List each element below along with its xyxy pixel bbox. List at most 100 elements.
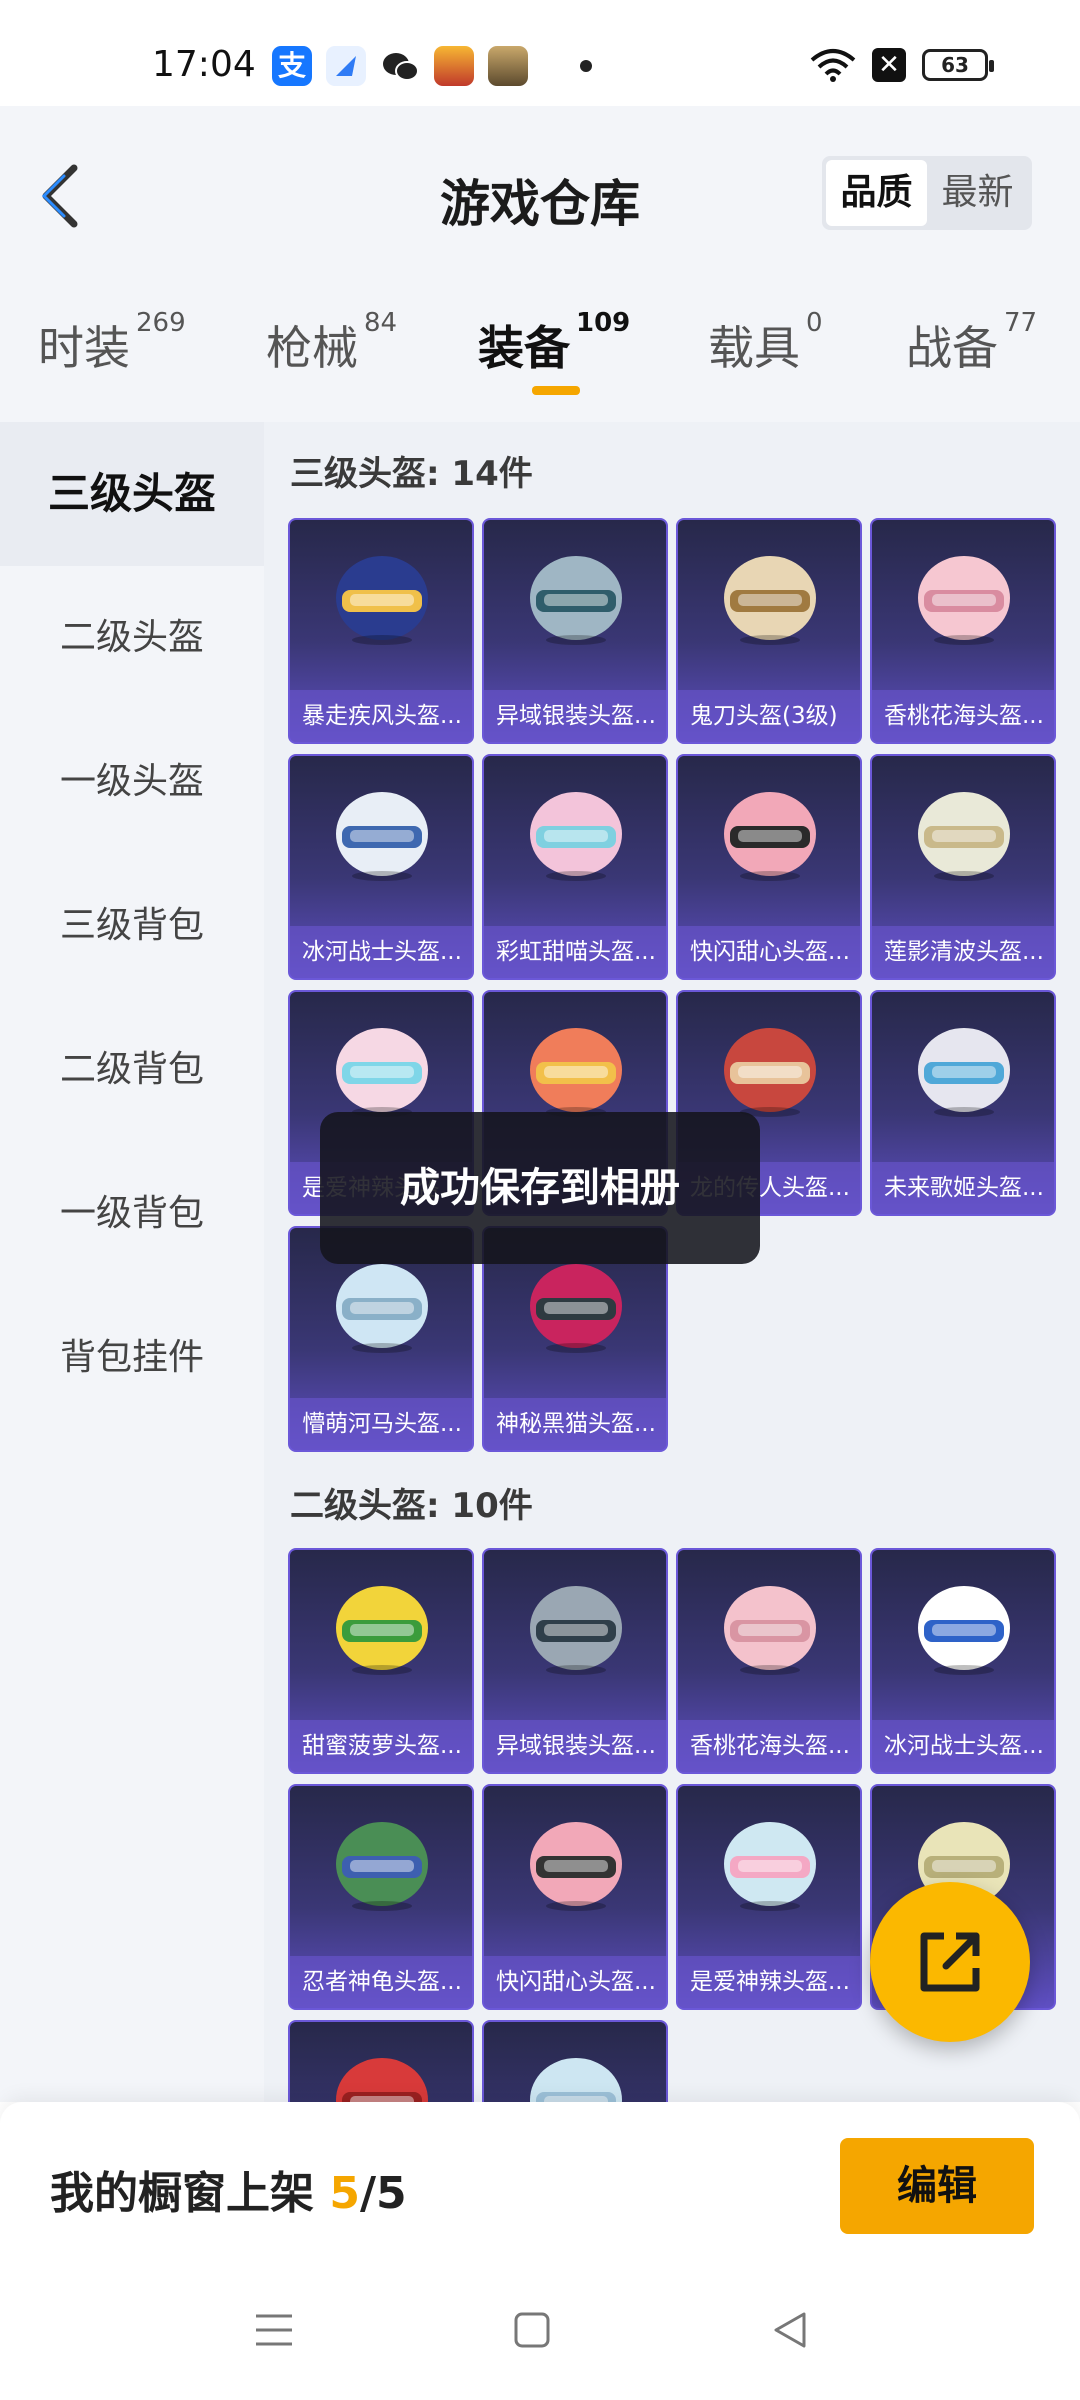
- helmet-icon: [336, 2058, 428, 2102]
- item-card[interactable]: 异域银装头盔...: [482, 518, 668, 744]
- pubg-icon: [488, 46, 528, 86]
- helmet-icon: [724, 1586, 816, 1675]
- item-label: 懵萌河马头盔...: [290, 1398, 472, 1450]
- item-label: 莲影清波头盔...: [872, 926, 1054, 978]
- sidebar-item-level1-backpack[interactable]: 一级背包: [0, 1142, 264, 1286]
- sidebar-item-level1-helmet[interactable]: 一级头盔: [0, 710, 264, 854]
- back-nav-icon[interactable]: [770, 2310, 810, 2350]
- helmet-icon: [336, 1028, 428, 1117]
- status-app-icons: 支: [272, 46, 592, 86]
- item-card[interactable]: 莲影清波头盔...: [870, 754, 1056, 980]
- tab-equipment[interactable]: 装备 109: [478, 308, 630, 378]
- item-label: 暴走疾风头盔...: [290, 690, 472, 742]
- item-label: 神秘黑猫头盔...: [484, 1398, 666, 1450]
- helmet-icon: [724, 556, 816, 645]
- item-label: 冰河战士头盔...: [872, 1720, 1054, 1772]
- helmet-icon: [530, 1264, 622, 1353]
- sidebar-item-level2-helmet[interactable]: 二级头盔: [0, 566, 264, 710]
- sim-off-icon: ✕: [872, 48, 906, 82]
- item-label: 未来歌姬头盔...: [872, 1162, 1054, 1214]
- system-nav-bar: [0, 2262, 1080, 2400]
- item-label: 鬼刀头盔(3级): [678, 690, 860, 742]
- helmet-icon: [530, 1586, 622, 1675]
- helmet-icon: [336, 556, 428, 645]
- share-button[interactable]: [870, 1882, 1030, 2042]
- item-label: 香桃花海头盔...: [678, 1720, 860, 1772]
- share-icon: [920, 1932, 980, 1992]
- item-label: 快闪甜心头盔...: [484, 1956, 666, 2008]
- showcase-total: /5: [359, 2168, 407, 2219]
- item-card[interactable]: 香桃花海头盔...: [676, 1548, 862, 1774]
- item-card[interactable]: 暴走疾风头盔...: [288, 518, 474, 744]
- active-tab-indicator: [532, 386, 580, 395]
- item-label: 异域银装头盔...: [484, 690, 666, 742]
- item-card[interactable]: 冰河战士头盔...: [870, 1548, 1056, 1774]
- tab-weapons[interactable]: 枪械 84: [266, 308, 397, 378]
- showcase-bar: 我的橱窗上架 5/5 编辑: [0, 2102, 1080, 2262]
- battery-indicator: 63: [922, 49, 994, 81]
- sidebar-item-backpack-charm[interactable]: 背包挂件: [0, 1286, 264, 1430]
- helmet-icon: [530, 1028, 622, 1117]
- item-label: 忍者神龟头盔...: [290, 1956, 472, 2008]
- menu-nav-icon[interactable]: [254, 2310, 294, 2350]
- item-card[interactable]: 未来歌姬头盔...: [870, 990, 1056, 1216]
- helmet-icon: [530, 2058, 622, 2102]
- item-card[interactable]: 鬼刀头盔(3级): [676, 518, 862, 744]
- helmet-icon: [918, 1028, 1010, 1117]
- item-label: 是爱神辣头盔...: [678, 1956, 860, 2008]
- tab-count: 269: [136, 308, 186, 338]
- sidebar-item-level3-helmet[interactable]: 三级头盔: [0, 422, 264, 566]
- item-card[interactable]: 冰河战士头盔...: [288, 754, 474, 980]
- item-card[interactable]: 快闪甜心头盔...: [482, 1784, 668, 2010]
- tab-label: 装备: [478, 321, 570, 375]
- section-title: 三级头盔: 14件: [290, 454, 533, 494]
- status-bar: 17:04 支 ✕ 63: [0, 0, 1080, 106]
- tab-fashion[interactable]: 时装 269: [38, 308, 186, 378]
- item-card[interactable]: 彩虹甜喵头盔...: [482, 754, 668, 980]
- helmet-icon: [530, 1822, 622, 1911]
- item-label: 异域银装头盔...: [484, 1720, 666, 1772]
- item-card[interactable]: 甜蜜菠萝头盔...: [288, 1548, 474, 1774]
- item-card[interactable]: [482, 2020, 668, 2102]
- item-card[interactable]: 是爱神辣头盔...: [676, 1784, 862, 2010]
- helmet-icon: [336, 792, 428, 881]
- edit-button[interactable]: 编辑: [840, 2138, 1034, 2234]
- category-tabs: 时装 269 枪械 84 装备 109 载具 0 战备 77: [0, 302, 1080, 422]
- helmet-icon: [336, 1822, 428, 1911]
- header: 游戏仓库 品质 最新 时装 269 枪械 84 装备 109 载具 0 战备 77: [0, 106, 1080, 422]
- helmet-icon: [336, 1586, 428, 1675]
- sidebar-item-level3-backpack[interactable]: 三级背包: [0, 854, 264, 998]
- section-title: 二级头盔: 10件: [290, 1486, 533, 1526]
- item-label: 甜蜜菠萝头盔...: [290, 1720, 472, 1772]
- item-label: 冰河战士头盔...: [290, 926, 472, 978]
- wifi-icon: [810, 49, 856, 82]
- lark-icon: [326, 46, 366, 86]
- alipay-icon: 支: [272, 46, 312, 86]
- tab-label: 枪械: [266, 321, 358, 375]
- item-card[interactable]: 异域银装头盔...: [482, 1548, 668, 1774]
- wechat-icon: [380, 46, 420, 86]
- tab-vehicles[interactable]: 载具 0: [708, 308, 823, 378]
- sort-newest-button[interactable]: 最新: [927, 160, 1028, 226]
- sidebar: 三级头盔 二级头盔 一级头盔 三级背包 二级背包 一级背包 背包挂件: [0, 422, 264, 2102]
- item-card[interactable]: [288, 2020, 474, 2102]
- item-label: 快闪甜心头盔...: [678, 926, 860, 978]
- tab-count: 0: [806, 308, 823, 338]
- status-time: 17:04: [152, 44, 256, 85]
- tab-label: 载具: [708, 321, 800, 375]
- tab-supplies[interactable]: 战备 77: [906, 308, 1037, 378]
- item-label: 香桃花海头盔...: [872, 690, 1054, 742]
- item-card[interactable]: 忍者神龟头盔...: [288, 1784, 474, 2010]
- tab-count: 77: [1004, 308, 1038, 338]
- helmet-icon: [918, 556, 1010, 645]
- home-nav-icon[interactable]: [512, 2310, 552, 2350]
- sidebar-item-level2-backpack[interactable]: 二级背包: [0, 998, 264, 1142]
- item-card[interactable]: 快闪甜心头盔...: [676, 754, 862, 980]
- helmet-icon: [724, 1028, 816, 1117]
- item-card[interactable]: 香桃花海头盔...: [870, 518, 1056, 744]
- sort-quality-button[interactable]: 品质: [826, 160, 927, 226]
- helmet-icon: [918, 1586, 1010, 1675]
- game-icon-1: [434, 46, 474, 86]
- item-label: 彩虹甜喵头盔...: [484, 926, 666, 978]
- status-right: ✕ 63: [810, 48, 994, 82]
